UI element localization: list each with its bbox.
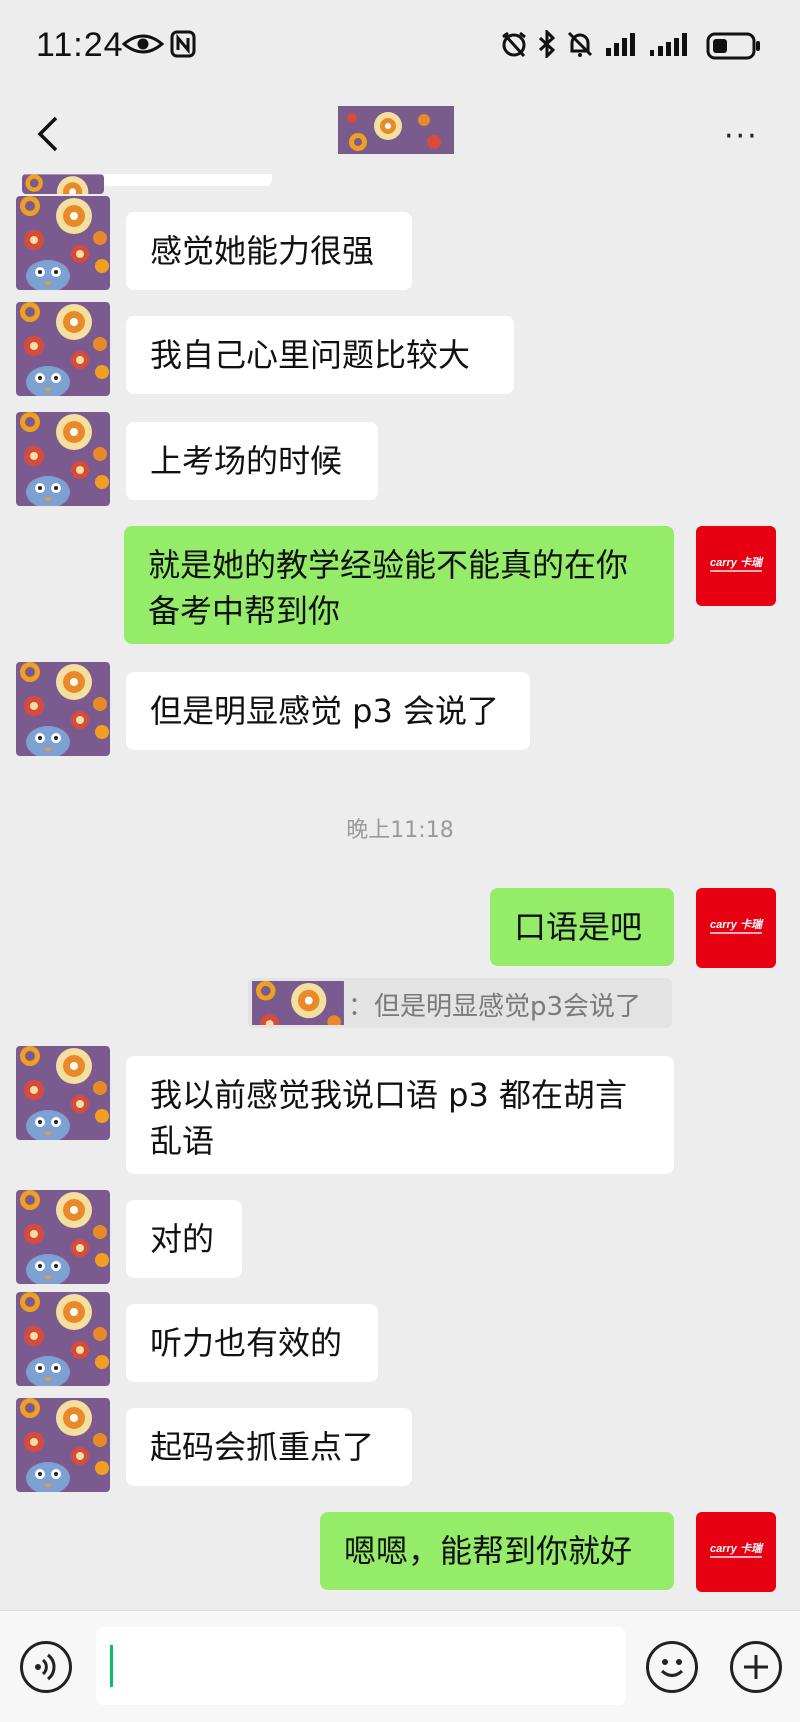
logo-underline bbox=[710, 932, 762, 934]
emoji-button[interactable] bbox=[646, 1641, 698, 1693]
contact-avatar[interactable] bbox=[16, 302, 110, 396]
more-functions-button[interactable] bbox=[730, 1641, 782, 1693]
carry-logo: carry 卡瑞 bbox=[710, 919, 762, 931]
smiley-icon bbox=[660, 1659, 684, 1677]
partial-message-bubble bbox=[102, 174, 272, 186]
contact-avatar[interactable] bbox=[16, 1398, 110, 1492]
more-options-button[interactable]: ··· bbox=[724, 122, 759, 152]
signal-icon bbox=[606, 33, 635, 56]
battery-icon bbox=[706, 32, 760, 60]
chat-timestamp: 晚上11:18 bbox=[346, 818, 454, 843]
plus-icon bbox=[744, 1655, 768, 1679]
message-bubble-sent[interactable]: 嗯嗯，能帮到你就好 bbox=[320, 1512, 674, 1590]
mute-bell-icon bbox=[567, 31, 593, 57]
contact-avatar[interactable] bbox=[16, 196, 110, 290]
bluetooth-icon bbox=[538, 30, 556, 58]
input-bar bbox=[0, 1610, 800, 1722]
contact-avatar[interactable] bbox=[16, 412, 110, 506]
contact-avatar[interactable] bbox=[16, 662, 110, 756]
self-avatar[interactable]: carry 卡瑞 bbox=[696, 888, 776, 968]
message-bubble-received[interactable]: 听力也有效的 bbox=[126, 1304, 378, 1382]
contact-name-image bbox=[338, 106, 454, 154]
message-bubble-sent[interactable]: 口语是吧 bbox=[490, 888, 674, 966]
signal-secondary-icon bbox=[650, 33, 687, 56]
message-bubble-received[interactable]: 对的 bbox=[126, 1200, 242, 1278]
contact-avatar[interactable] bbox=[16, 1190, 110, 1284]
message-bubble-received[interactable]: 起码会抓重点了 bbox=[126, 1408, 412, 1486]
nfc-icon bbox=[170, 30, 196, 58]
back-arrow-icon[interactable] bbox=[30, 114, 70, 154]
contact-avatar[interactable] bbox=[22, 174, 104, 194]
message-bubble-sent[interactable]: 就是她的教学经验能不能真的在你备考中帮到你 bbox=[124, 526, 674, 644]
quoted-message-text: ：但是明显感觉p3会说了 bbox=[348, 992, 642, 1022]
contact-avatar[interactable] bbox=[16, 1046, 110, 1140]
voice-input-button[interactable] bbox=[20, 1641, 72, 1693]
carry-logo: carry 卡瑞 bbox=[710, 557, 762, 569]
voice-icon bbox=[35, 1653, 56, 1681]
logo-underline bbox=[710, 1556, 762, 1558]
text-caret bbox=[110, 1645, 113, 1687]
contact-avatar[interactable] bbox=[16, 1292, 110, 1386]
status-bar: 11:24 bbox=[0, 0, 800, 96]
message-bubble-received[interactable]: 但是明显感觉 p3 会说了 bbox=[126, 672, 530, 750]
message-bubble-received[interactable]: 上考场的时候 bbox=[126, 422, 378, 500]
message-bubble-received[interactable]: 感觉她能力很强 bbox=[126, 212, 412, 290]
message-input[interactable] bbox=[96, 1627, 626, 1705]
message-bubble-received[interactable]: 我自己心里问题比较大 bbox=[126, 316, 514, 394]
status-time: 11:24 bbox=[36, 26, 124, 64]
quoted-message[interactable]: ：但是明显感觉p3会说了 bbox=[248, 978, 672, 1028]
eye-icon bbox=[122, 34, 164, 54]
chat-header: ··· bbox=[0, 96, 800, 174]
logo-underline bbox=[710, 570, 762, 572]
message-bubble-received[interactable]: 我以前感觉我说口语 p3 都在胡言乱语 bbox=[126, 1056, 674, 1174]
alarm-off-icon bbox=[502, 31, 526, 58]
self-avatar[interactable]: carry 卡瑞 bbox=[696, 1512, 776, 1592]
quoted-sender-image bbox=[252, 981, 344, 1025]
self-avatar[interactable]: carry 卡瑞 bbox=[696, 526, 776, 606]
carry-logo: carry 卡瑞 bbox=[710, 1543, 762, 1555]
